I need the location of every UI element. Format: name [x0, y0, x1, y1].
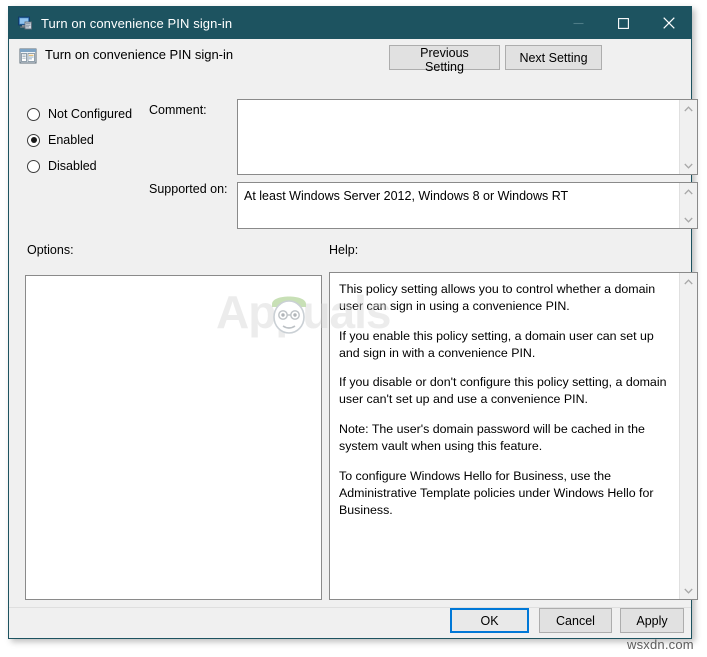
help-content: This policy setting allows you to contro…: [330, 273, 680, 599]
close-icon[interactable]: [646, 7, 691, 39]
radio-mark-icon: [27, 133, 40, 147]
supported-on-label: Supported on:: [149, 182, 228, 196]
help-paragraph: If you disable or don't configure this p…: [339, 375, 667, 407]
apply-button[interactable]: Apply: [620, 608, 684, 633]
comment-label: Comment:: [149, 103, 207, 117]
radio-enabled[interactable]: Enabled: [27, 127, 147, 153]
minimize-icon[interactable]: [556, 7, 601, 39]
radio-not-configured[interactable]: Not Configured: [27, 101, 147, 127]
help-label: Help:: [329, 243, 359, 257]
comment-value[interactable]: [238, 100, 680, 174]
help-paragraph: Note: The user's domain password will be…: [339, 422, 645, 454]
chevron-up-icon[interactable]: [680, 273, 697, 290]
radio-label-disabled: Disabled: [48, 159, 97, 173]
maximize-icon[interactable]: [601, 7, 646, 39]
policy-setting-dialog: Turn on convenience PIN sign-in Turn on …: [8, 6, 698, 639]
setting-title: Turn on convenience PIN sign-in: [45, 47, 234, 62]
cancel-button[interactable]: Cancel: [539, 608, 612, 633]
radio-label-enabled: Enabled: [48, 133, 94, 147]
ok-button[interactable]: OK: [450, 608, 529, 633]
options-content: [26, 276, 321, 599]
window-title: Turn on convenience PIN sign-in: [41, 15, 233, 31]
window-controls: [556, 7, 691, 39]
chevron-down-icon[interactable]: [680, 582, 697, 599]
comment-scrollbar[interactable]: [679, 100, 697, 174]
setting-header: Turn on convenience PIN sign-in Previous…: [9, 39, 691, 83]
supported-on-textbox[interactable]: At least Windows Server 2012, Windows 8 …: [237, 182, 698, 229]
supported-on-value: At least Windows Server 2012, Windows 8 …: [244, 189, 569, 203]
comment-textbox[interactable]: [237, 99, 698, 175]
radio-label-not-configured: Not Configured: [48, 107, 133, 121]
chevron-up-icon[interactable]: [680, 183, 697, 200]
chevron-down-icon[interactable]: [680, 157, 697, 174]
radio-mark-icon: [27, 107, 40, 121]
chevron-down-icon[interactable]: [680, 211, 697, 228]
computer-policy-icon: [17, 15, 33, 31]
wsxdn-watermark: wsxdn.com: [627, 637, 694, 652]
chevron-up-icon[interactable]: [680, 100, 697, 117]
radio-disabled[interactable]: Disabled: [27, 153, 147, 179]
options-panel[interactable]: [25, 275, 322, 600]
next-setting-button[interactable]: Next Setting: [505, 45, 602, 70]
help-paragraph: To configure Windows Hello for Business,…: [339, 468, 654, 517]
setting-state-radio-group: Not Configured Enabled Disabled: [27, 101, 147, 179]
previous-setting-button[interactable]: Previous Setting: [389, 45, 500, 74]
help-paragraph: If you enable this policy setting, a dom…: [339, 328, 654, 360]
policy-setting-icon: [19, 47, 37, 65]
help-scrollbar[interactable]: [679, 273, 697, 599]
options-label: Options:: [27, 243, 74, 257]
screenshot-root: Turn on convenience PIN sign-in Turn on …: [0, 0, 707, 657]
radio-mark-icon: [27, 159, 40, 173]
title-bar[interactable]: Turn on convenience PIN sign-in: [9, 7, 691, 39]
supported-on-scrollbar[interactable]: [679, 183, 697, 228]
help-panel[interactable]: This policy setting allows you to contro…: [329, 272, 698, 600]
help-paragraph: This policy setting allows you to contro…: [339, 282, 656, 313]
